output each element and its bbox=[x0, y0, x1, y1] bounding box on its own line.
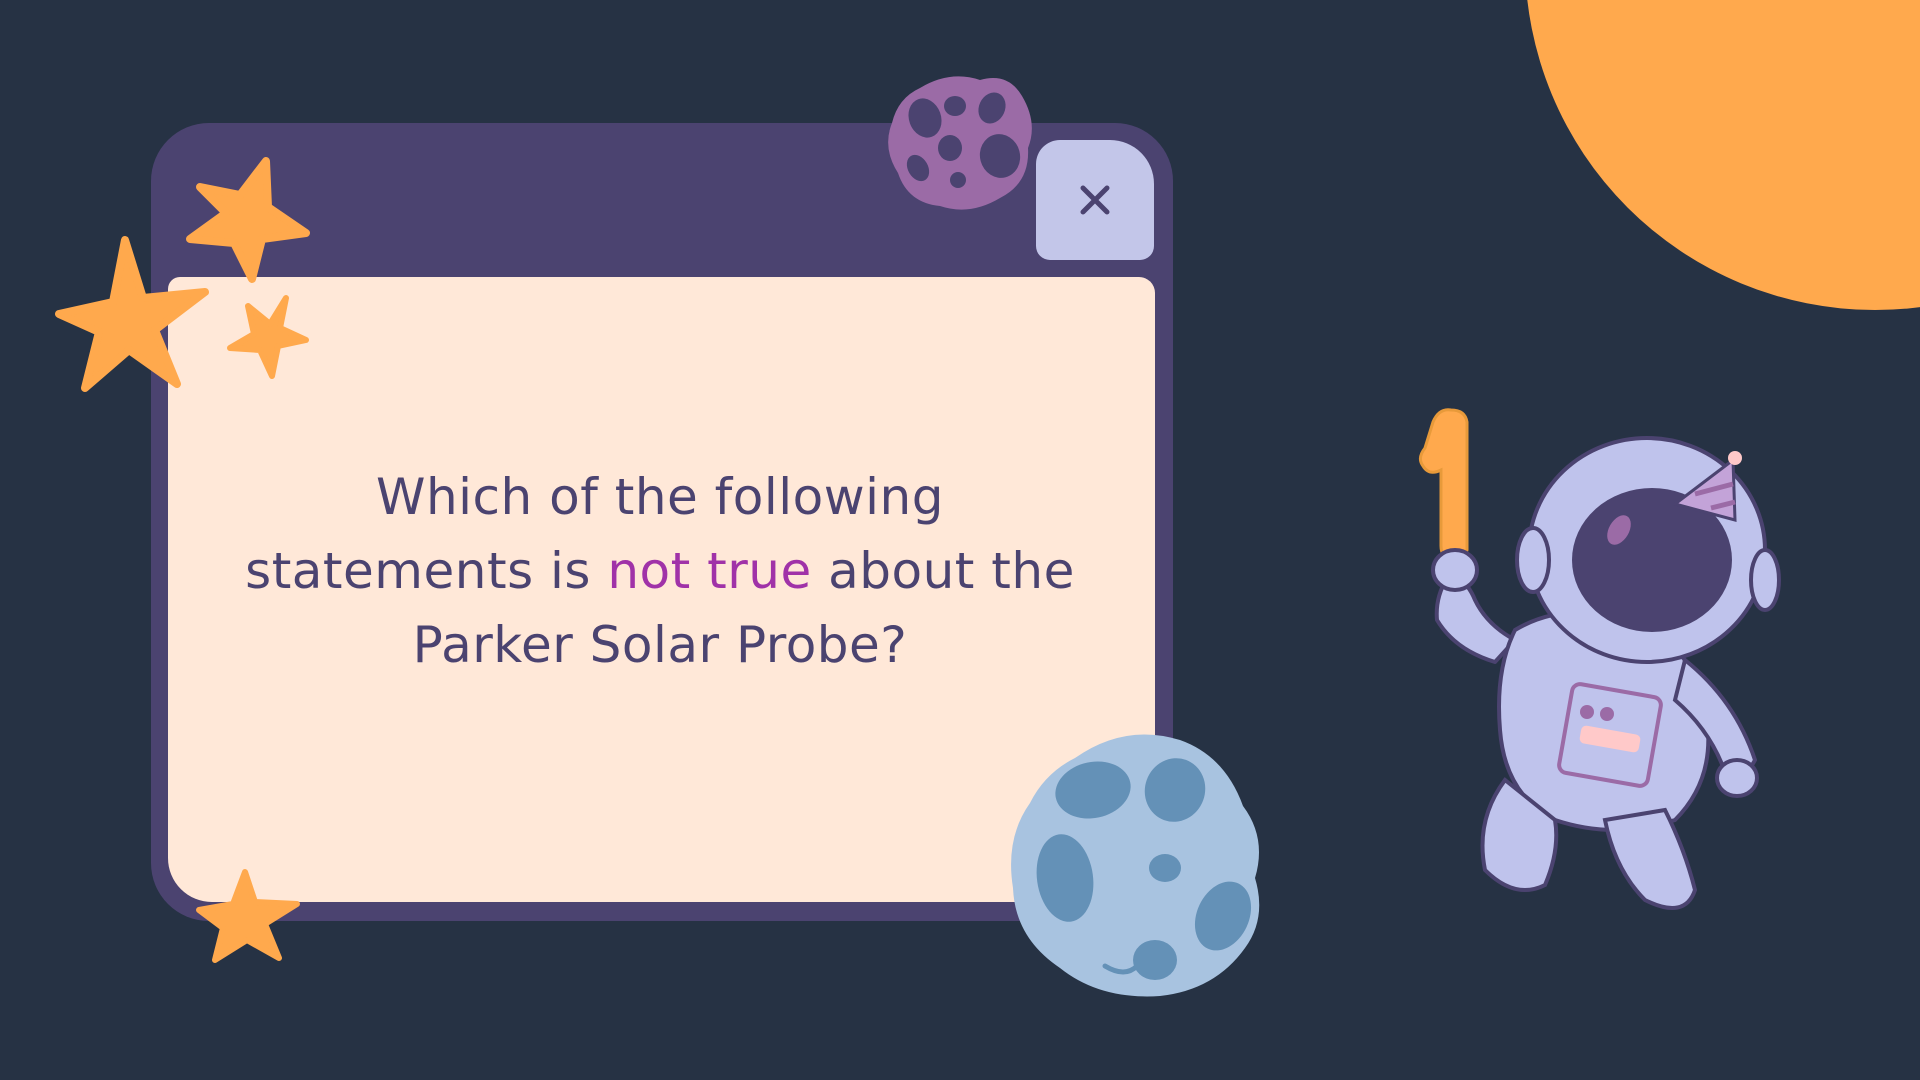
balloon-number-one-icon bbox=[1418, 408, 1469, 562]
blue-asteroid-icon bbox=[1011, 734, 1260, 997]
star-icon bbox=[186, 157, 310, 283]
close-button[interactable] bbox=[1036, 140, 1154, 260]
question-line-1: Which of the following bbox=[376, 468, 944, 526]
question-line-3: Parker Solar Probe? bbox=[412, 616, 908, 674]
purple-asteroid-icon bbox=[888, 76, 1032, 210]
question-line-2-start: statements is bbox=[245, 542, 608, 600]
question-line-2-end: about the bbox=[811, 542, 1075, 600]
star-icon bbox=[227, 295, 309, 379]
close-icon bbox=[1080, 185, 1110, 215]
slide-canvas: Which of the following statements is not… bbox=[0, 0, 1920, 1080]
question-text: Which of the following statements is not… bbox=[200, 460, 1120, 682]
sun-decoration bbox=[1525, 0, 1920, 310]
star-icon bbox=[196, 869, 300, 963]
question-highlight: not true bbox=[607, 542, 812, 600]
astronaut-illustration bbox=[1418, 408, 1781, 910]
